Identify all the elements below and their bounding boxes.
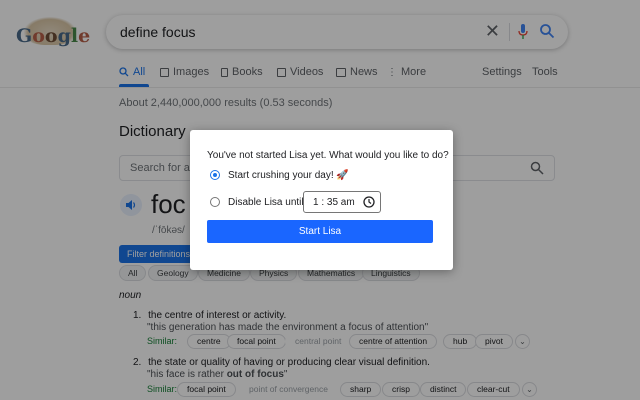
- start-option-label[interactable]: Start crushing your day! 🚀: [228, 170, 349, 181]
- clock-icon[interactable]: [363, 196, 375, 208]
- lisa-dialog: You've not started Lisa yet. What would …: [190, 130, 453, 270]
- start-radio[interactable]: [210, 170, 220, 180]
- start-lisa-button[interactable]: Start Lisa: [207, 220, 433, 243]
- disable-radio[interactable]: [210, 197, 220, 207]
- dialog-prompt: You've not started Lisa yet. What would …: [207, 150, 449, 161]
- disable-option-label[interactable]: Disable Lisa until: [228, 197, 304, 208]
- time-value: 1 : 35 am: [313, 197, 355, 208]
- time-input[interactable]: 1 : 35 am: [303, 191, 381, 213]
